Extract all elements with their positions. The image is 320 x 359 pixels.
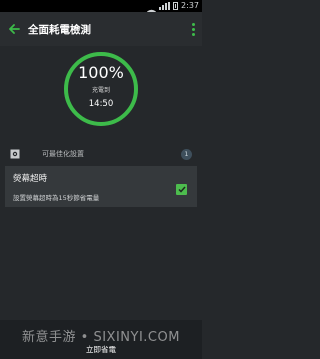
section-label: 可最佳化設置 bbox=[42, 150, 84, 158]
gear-icon bbox=[8, 145, 22, 163]
charge-time: 14:50 bbox=[88, 99, 114, 109]
optimizable-settings-header: 可最佳化設置 1 bbox=[4, 145, 198, 163]
item-description: 設置熒幕超時為15秒節省電量 bbox=[13, 194, 100, 202]
status-bar: 2:37 bbox=[0, 0, 202, 17]
screen-timeout-item[interactable]: 熒幕超時 設置熒幕超時為15秒節省電量 bbox=[5, 166, 197, 207]
more-dot-icon bbox=[191, 32, 195, 36]
back-button[interactable] bbox=[0, 12, 28, 46]
footer-bar: 立即省電 bbox=[0, 320, 202, 359]
battery-ring: 100% 充電到 14:50 bbox=[63, 51, 139, 127]
more-dot-icon bbox=[191, 27, 195, 31]
checkmark-icon bbox=[177, 186, 186, 193]
more-dot-icon bbox=[191, 22, 195, 26]
count-badge: 1 bbox=[181, 148, 192, 160]
item-title: 熒幕超時 bbox=[13, 174, 48, 184]
wifi-icon bbox=[147, 2, 157, 17]
arrow-left-icon bbox=[8, 24, 20, 34]
signal-icon bbox=[159, 2, 171, 10]
charge-status-label: 充電到 bbox=[91, 87, 110, 94]
header-bar: 全面耗電檢測 bbox=[0, 12, 202, 46]
battery-percent: 100% bbox=[78, 63, 124, 82]
item-checkbox[interactable] bbox=[176, 184, 187, 195]
save-power-button[interactable]: 立即省電 bbox=[0, 340, 202, 359]
more-options-button[interactable] bbox=[184, 12, 202, 46]
status-time: 2:37 bbox=[181, 1, 199, 10]
battery-icon bbox=[173, 2, 179, 10]
page-title: 全面耗電檢測 bbox=[28, 23, 91, 36]
